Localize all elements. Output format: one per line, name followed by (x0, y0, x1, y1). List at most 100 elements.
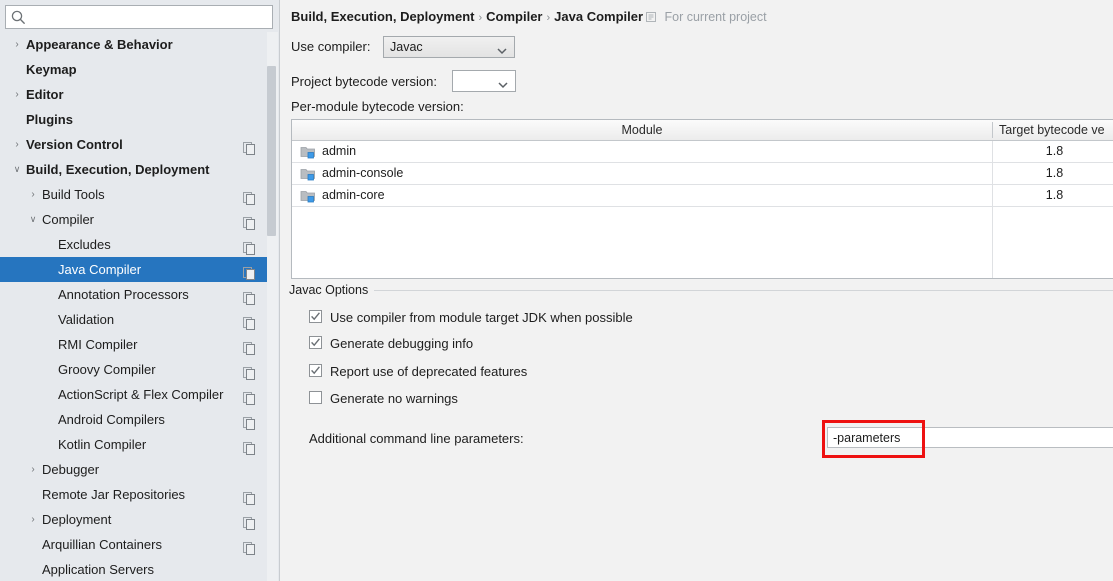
sidebar-item-label: Keymap (26, 57, 77, 82)
checkbox[interactable] (309, 391, 322, 404)
sidebar-item-appearance-behavior[interactable]: ›Appearance & Behavior (0, 32, 268, 57)
settings-tree[interactable]: ›Appearance & BehaviorKeymap›EditorPlugi… (0, 32, 268, 581)
breadcrumb-separator: › (546, 12, 550, 24)
breadcrumb-item-0[interactable]: Build, Execution, Deployment (291, 9, 474, 24)
chevron-down-icon[interactable]: ∨ (10, 157, 24, 182)
use-compiler-select[interactable]: Javac (383, 36, 515, 58)
module-target-bytecode[interactable]: 1.8 (993, 163, 1113, 184)
copy-settings-icon[interactable] (243, 388, 256, 401)
column-header-target-bytecode[interactable]: Target bytecode ve (993, 120, 1113, 140)
checkbox[interactable] (309, 364, 322, 377)
chevron-right-icon[interactable]: › (26, 507, 40, 532)
breadcrumb-item-2[interactable]: Java Compiler (554, 9, 643, 24)
sidebar-item-editor[interactable]: ›Editor (0, 82, 268, 107)
sidebar-item-rmi-compiler[interactable]: RMI Compiler (0, 332, 268, 357)
sidebar-item-version-control[interactable]: ›Version Control (0, 132, 268, 157)
sidebar-item-build-execution-deployment[interactable]: ∨Build, Execution, Deployment (0, 157, 268, 182)
sidebar-item-actionscript-flex-compiler[interactable]: ActionScript & Flex Compiler (0, 382, 268, 407)
sidebar-item-plugins[interactable]: Plugins (0, 107, 268, 132)
sidebar-item-label: Debugger (42, 457, 99, 482)
copy-settings-icon[interactable] (243, 363, 256, 376)
sidebar-item-label: Remote Jar Repositories (42, 482, 185, 507)
copy-settings-icon[interactable] (243, 513, 256, 526)
module-name: admin-core (322, 185, 385, 206)
copy-settings-icon[interactable] (243, 338, 256, 351)
sidebar-item-deployment[interactable]: ›Deployment (0, 507, 268, 532)
javac-option-label: Generate no warnings (330, 390, 458, 407)
sidebar-item-label: Application Servers (42, 557, 154, 581)
sidebar-item-arquillian-containers[interactable]: Arquillian Containers (0, 532, 268, 557)
table-row[interactable]: admin 1.8 (292, 141, 1113, 163)
sidebar-item-label: Arquillian Containers (42, 532, 162, 557)
module-target-bytecode[interactable]: 1.8 (993, 185, 1113, 206)
copy-settings-icon[interactable] (243, 413, 256, 426)
sidebar-item-kotlin-compiler[interactable]: Kotlin Compiler (0, 432, 268, 457)
sidebar-item-keymap[interactable]: Keymap (0, 57, 268, 82)
sidebar-item-debugger[interactable]: ›Debugger (0, 457, 268, 482)
settings-main-panel: Build, Execution, Deployment › Compiler › Ja… (281, 0, 1113, 581)
checkbox[interactable] (309, 310, 322, 323)
sidebar-item-android-compilers[interactable]: Android Compilers (0, 407, 268, 432)
sidebar-scrollbar-thumb[interactable] (267, 66, 276, 236)
table-row[interactable]: admin-console 1.8 (292, 163, 1113, 185)
module-target-bytecode[interactable]: 1.8 (993, 141, 1113, 162)
module-name: admin-console (322, 163, 403, 184)
checkbox[interactable] (309, 336, 322, 349)
project-scope-text: For current project (664, 10, 766, 24)
copy-settings-icon[interactable] (243, 288, 256, 301)
copy-settings-icon[interactable] (243, 313, 256, 326)
project-scope-label: For current project (645, 10, 767, 26)
sidebar-item-label: Editor (26, 82, 64, 107)
sidebar-item-label: Android Compilers (58, 407, 165, 432)
additional-parameters-input[interactable] (827, 427, 1113, 448)
sidebar-item-label: Compiler (42, 207, 94, 232)
sidebar-scrollbar-track[interactable] (267, 32, 278, 581)
sidebar-item-java-compiler[interactable]: Java Compiler (0, 257, 268, 282)
copy-settings-icon[interactable] (243, 538, 256, 551)
module-icon (300, 144, 316, 160)
copy-settings-icon[interactable] (243, 213, 256, 226)
project-bytecode-label: Project bytecode version: (291, 74, 437, 89)
search-box[interactable] (5, 5, 273, 29)
settings-sidebar: ›Appearance & BehaviorKeymap›EditorPlugi… (0, 0, 280, 581)
sidebar-item-build-tools[interactable]: ›Build Tools (0, 182, 268, 207)
copy-settings-icon[interactable] (243, 263, 256, 276)
chevron-right-icon[interactable]: › (10, 82, 24, 107)
per-module-bytecode-table[interactable]: Module Target bytecode ve admin1.8admin-… (291, 119, 1113, 279)
chevron-right-icon[interactable]: › (26, 182, 40, 207)
chevron-right-icon[interactable]: › (26, 457, 40, 482)
breadcrumb-item-1[interactable]: Compiler (486, 9, 542, 24)
copy-settings-icon[interactable] (243, 438, 256, 451)
sidebar-item-application-servers[interactable]: Application Servers (0, 557, 268, 581)
module-name: admin (322, 141, 356, 162)
copy-settings-icon[interactable] (243, 138, 256, 151)
search-input[interactable] (30, 6, 272, 30)
project-scope-icon (645, 11, 657, 26)
sidebar-item-groovy-compiler[interactable]: Groovy Compiler (0, 357, 268, 382)
table-header-row: Module Target bytecode ve (292, 120, 1113, 141)
table-empty-area (292, 207, 1113, 279)
column-header-module[interactable]: Module (292, 120, 992, 140)
table-row[interactable]: admin-core 1.8 (292, 185, 1113, 207)
module-icon (300, 166, 316, 182)
javac-options-legend: Javac Options (289, 283, 374, 297)
sidebar-item-label: Build, Execution, Deployment (26, 157, 209, 182)
chevron-down-icon[interactable]: ∨ (26, 207, 40, 232)
sidebar-item-label: ActionScript & Flex Compiler (58, 382, 223, 407)
javac-option-label: Use compiler from module target JDK when… (330, 309, 633, 326)
breadcrumb-separator: › (478, 12, 482, 24)
copy-settings-icon[interactable] (243, 238, 256, 251)
copy-settings-icon[interactable] (243, 188, 256, 201)
sidebar-item-validation[interactable]: Validation (0, 307, 268, 332)
sidebar-item-compiler[interactable]: ∨Compiler (0, 207, 268, 232)
copy-settings-icon[interactable] (243, 488, 256, 501)
sidebar-item-label: Plugins (26, 107, 73, 132)
module-icon (300, 188, 316, 204)
sidebar-item-excludes[interactable]: Excludes (0, 232, 268, 257)
sidebar-item-annotation-processors[interactable]: Annotation Processors (0, 282, 268, 307)
sidebar-item-remote-jar-repositories[interactable]: Remote Jar Repositories (0, 482, 268, 507)
additional-parameters-label: Additional command line parameters: (309, 431, 524, 446)
project-bytecode-select[interactable] (452, 70, 516, 92)
chevron-right-icon[interactable]: › (10, 32, 24, 57)
chevron-right-icon[interactable]: › (10, 132, 24, 157)
